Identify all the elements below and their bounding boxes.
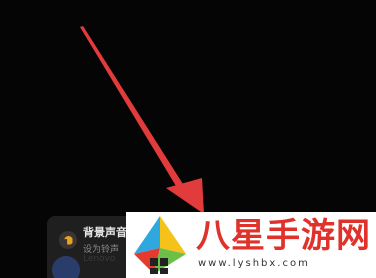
watermark-banner: 八星手游网 www.lyshbx.com: [126, 212, 376, 278]
screen: 背景声音 设为铃声 Lenovo 八星手游网 www.lyshbx.com: [0, 0, 376, 278]
watermark-title: 八星手游网: [196, 216, 371, 256]
colorful-kite-logo: [134, 216, 186, 274]
watermark-url: www.lyshbx.com: [198, 258, 310, 269]
red-arrow: [80, 26, 204, 214]
